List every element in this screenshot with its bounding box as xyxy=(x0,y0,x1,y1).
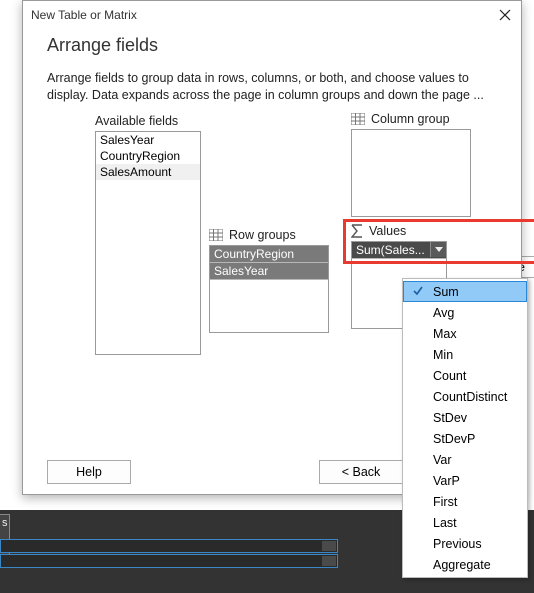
row-group-item[interactable]: CountryRegion xyxy=(210,246,328,263)
row-groups-box[interactable]: CountryRegion SalesYear xyxy=(209,245,329,333)
menu-item-countdistinct[interactable]: CountDistinct xyxy=(403,386,527,407)
list-item[interactable]: CountryRegion xyxy=(96,148,200,164)
menu-item-sum[interactable]: Sum xyxy=(403,281,527,302)
menu-item-last[interactable]: Last xyxy=(403,512,527,533)
column-groups-box[interactable] xyxy=(351,129,471,217)
row-groups-label: Row groups xyxy=(209,228,329,242)
help-button[interactable]: Help xyxy=(47,460,131,484)
menu-item-varp[interactable]: VarP xyxy=(403,470,527,491)
menu-item-max[interactable]: Max xyxy=(403,323,527,344)
page-heading: Arrange fields xyxy=(47,35,497,56)
menu-item-min[interactable]: Min xyxy=(403,344,527,365)
list-item[interactable]: SalesYear xyxy=(96,132,200,148)
menu-item-var[interactable]: Var xyxy=(403,449,527,470)
bg-field-bars xyxy=(0,539,338,569)
close-icon[interactable] xyxy=(495,5,515,25)
menu-item-previous[interactable]: Previous xyxy=(403,533,527,554)
menu-item-first[interactable]: First xyxy=(403,491,527,512)
menu-item-count[interactable]: Count xyxy=(403,365,527,386)
available-fields-listbox[interactable]: SalesYear CountryRegion SalesAmount xyxy=(95,131,201,355)
dialog-title: New Table or Matrix xyxy=(31,8,137,22)
menu-item-stdev[interactable]: StDev xyxy=(403,407,527,428)
title-bar: New Table or Matrix xyxy=(23,1,521,29)
column-groups-label: Column group xyxy=(351,112,471,126)
available-fields-label: Available fields xyxy=(95,114,187,128)
page-description: Arrange fields to group data in rows, co… xyxy=(47,70,497,104)
aggregate-dropdown-button[interactable] xyxy=(430,242,446,257)
row-group-item[interactable]: SalesYear xyxy=(210,263,328,280)
values-label: Values xyxy=(351,224,447,238)
menu-item-avg[interactable]: Avg xyxy=(403,302,527,323)
list-item[interactable]: SalesAmount xyxy=(96,164,200,180)
menu-item-aggregate[interactable]: Aggregate xyxy=(403,554,527,575)
back-button[interactable]: < Back xyxy=(319,460,403,484)
value-item[interactable]: Sum(Sales... xyxy=(352,242,446,259)
menu-item-stdevp[interactable]: StDevP xyxy=(403,428,527,449)
aggregate-context-menu: Sum Avg Max Min Count CountDistinct StDe… xyxy=(402,278,528,578)
check-icon xyxy=(412,285,424,297)
